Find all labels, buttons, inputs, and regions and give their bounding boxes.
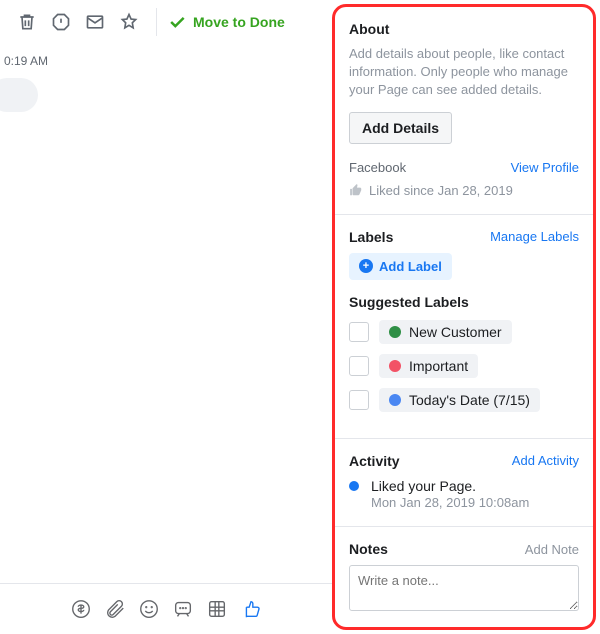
label-name: New Customer (409, 324, 502, 340)
add-label-text: Add Label (379, 259, 442, 274)
notes-title: Notes (349, 541, 388, 557)
emoji-icon[interactable] (138, 598, 160, 620)
note-input[interactable] (349, 565, 579, 611)
mail-icon[interactable] (78, 5, 112, 39)
suggested-label-row: Today's Date (7/15) (349, 388, 579, 412)
grid-icon[interactable] (206, 598, 228, 620)
divider (156, 8, 157, 36)
activity-text: Liked your Page. (371, 477, 529, 496)
suggested-label-row: New Customer (349, 320, 579, 344)
label-dot (389, 326, 401, 338)
label-checkbox[interactable] (349, 322, 369, 342)
suggested-labels-heading: Suggested Labels (349, 294, 579, 310)
view-profile-link[interactable]: View Profile (511, 160, 579, 175)
label-name: Important (409, 358, 468, 374)
saved-replies-icon[interactable] (172, 598, 194, 620)
activity-title: Activity (349, 453, 400, 469)
star-icon[interactable] (112, 5, 146, 39)
about-description: Add details about people, like contact i… (349, 45, 579, 100)
activity-section: Activity Add Activity Liked your Page. M… (335, 439, 593, 528)
message-timestamp: 0:19 AM (0, 44, 332, 78)
liked-since: Liked since Jan 28, 2019 (369, 183, 513, 198)
add-note-link[interactable]: Add Note (525, 542, 579, 557)
trash-icon[interactable] (10, 5, 44, 39)
notes-section: Notes Add Note (335, 527, 593, 627)
add-label-button[interactable]: + Add Label (349, 253, 452, 280)
payment-icon[interactable] (70, 598, 92, 620)
about-section: About Add details about people, like con… (335, 7, 593, 215)
thumb-icon (349, 183, 363, 197)
message-bubble[interactable] (0, 78, 38, 112)
spam-icon[interactable] (44, 5, 78, 39)
label-checkbox[interactable] (349, 356, 369, 376)
suggested-label-row: Important (349, 354, 579, 378)
like-icon[interactable] (240, 598, 262, 620)
about-source: Facebook (349, 160, 406, 175)
conversation-area: 0:19 AM (0, 44, 332, 634)
label-name: Today's Date (7/15) (409, 392, 530, 408)
activity-time: Mon Jan 28, 2019 10:08am (371, 495, 529, 510)
labels-section: Labels Manage Labels + Add Label Suggest… (335, 215, 593, 439)
activity-item: Liked your Page. Mon Jan 28, 2019 10:08a… (349, 477, 579, 511)
add-details-button[interactable]: Add Details (349, 112, 452, 144)
attachment-icon[interactable] (104, 598, 126, 620)
about-title: About (349, 21, 389, 37)
label-dot (389, 394, 401, 406)
move-to-done-label: Move to Done (193, 14, 285, 30)
label-chip[interactable]: Important (379, 354, 478, 378)
label-dot (389, 360, 401, 372)
activity-dot-icon (349, 481, 359, 491)
plus-icon: + (359, 259, 373, 273)
labels-title: Labels (349, 229, 393, 245)
label-chip[interactable]: New Customer (379, 320, 512, 344)
label-checkbox[interactable] (349, 390, 369, 410)
manage-labels-link[interactable]: Manage Labels (490, 229, 579, 244)
composer-toolbar (0, 583, 332, 634)
details-panel: About Add details about people, like con… (332, 4, 596, 630)
add-activity-link[interactable]: Add Activity (512, 453, 579, 468)
move-to-done-button[interactable]: Move to Done (167, 12, 285, 32)
label-chip[interactable]: Today's Date (7/15) (379, 388, 540, 412)
